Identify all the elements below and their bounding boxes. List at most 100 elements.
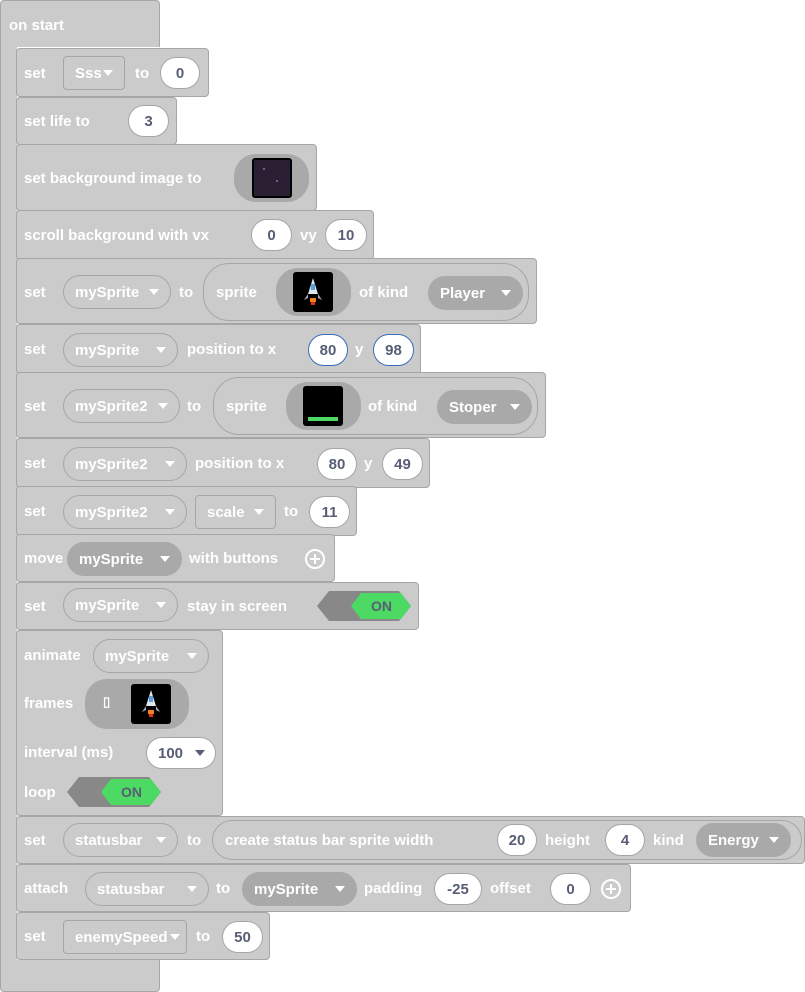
interval-value: 100 xyxy=(158,744,184,762)
toggle-on-label: ON xyxy=(371,598,392,614)
set-mysprite2-sprite-block[interactable]: set mySprite2 to sprite of kind Stoper xyxy=(16,372,546,438)
sprite-of-kind-reporter[interactable]: sprite of kind Stoper xyxy=(213,377,538,435)
height-label: height xyxy=(545,832,590,849)
vx-input[interactable]: 0 xyxy=(251,219,292,251)
set-label: set xyxy=(24,832,46,849)
animate-label: animate xyxy=(24,647,81,664)
set-label: set xyxy=(24,284,46,301)
var-name: mySprite xyxy=(105,647,170,665)
padding-label: padding xyxy=(364,880,423,897)
height-input[interactable]: 4 xyxy=(605,824,645,856)
stay-in-screen-block[interactable]: set mySprite stay in screen ON xyxy=(16,582,419,630)
dropdown-caret-icon xyxy=(187,653,197,659)
var-dropdown-statusbar[interactable]: statusbar xyxy=(63,823,178,857)
loop-toggle-switch[interactable] xyxy=(67,777,161,807)
dropdown-caret-icon xyxy=(103,70,113,76)
set-background-block[interactable]: set background image to xyxy=(16,144,317,211)
add-icon[interactable] xyxy=(305,549,325,569)
set-enemyspeed-block[interactable]: set enemySpeed to 50 xyxy=(16,912,270,960)
var-name: mySprite xyxy=(79,550,144,568)
on-start-block[interactable]: on start xyxy=(0,0,160,47)
var-name: mySprite2 xyxy=(75,503,148,521)
scale-input[interactable]: 11 xyxy=(309,496,350,528)
property-dropdown-scale[interactable]: scale xyxy=(195,495,276,529)
offset-input[interactable]: 0 xyxy=(550,873,591,905)
property-name: scale xyxy=(207,503,245,521)
create-status-bar-reporter[interactable]: create status bar sprite width 20 height… xyxy=(212,820,802,860)
target-dropdown-mysprite[interactable]: mySprite xyxy=(242,872,357,906)
var-name: mySprite xyxy=(75,341,140,359)
offset-label: offset xyxy=(490,880,531,897)
set-label: set xyxy=(24,398,46,415)
stay-in-screen-label: stay in screen xyxy=(187,598,288,615)
var-dropdown-mysprite2[interactable]: mySprite2 xyxy=(63,495,187,529)
set-mysprite-sprite-block[interactable]: set mySprite to sprite of kind Player xyxy=(16,258,537,324)
set-label: set xyxy=(24,341,46,358)
animate-block[interactable]: animate mySprite frames ▯ interval (ms) … xyxy=(16,630,223,816)
sprite-of-kind-reporter[interactable]: sprite of kind Player xyxy=(203,263,529,321)
set-sss-block[interactable]: set Sss to 0 xyxy=(16,48,209,97)
set-mysprite2-position-block[interactable]: set mySprite2 position to x 80 y 49 xyxy=(16,438,430,488)
dropdown-caret-icon xyxy=(165,509,175,515)
interval-dropdown[interactable]: 100 xyxy=(146,737,216,769)
value-input[interactable]: 50 xyxy=(222,921,263,953)
var-name: statusbar xyxy=(75,831,143,849)
kind-dropdown-energy[interactable]: Energy xyxy=(696,823,791,857)
set-mysprite-position-block[interactable]: set mySprite position to x 80 y 98 xyxy=(16,324,421,374)
dropdown-caret-icon xyxy=(335,886,345,892)
width-input[interactable]: 20 xyxy=(497,824,537,856)
life-input[interactable]: 3 xyxy=(128,105,169,137)
var-dropdown-mysprite[interactable]: mySprite xyxy=(93,639,209,673)
kind-name: Player xyxy=(440,284,486,302)
with-buttons-label: with buttons xyxy=(189,550,279,567)
sprite-image-field[interactable] xyxy=(286,382,361,430)
green-bar-sprite-icon xyxy=(303,386,343,426)
var-dropdown-mysprite[interactable]: mySprite xyxy=(67,542,182,576)
create-status-bar-label: create status bar sprite width xyxy=(225,832,434,849)
x-input[interactable]: 80 xyxy=(308,334,348,366)
dropdown-caret-icon xyxy=(160,556,170,562)
to-label: to xyxy=(196,928,211,945)
set-life-block[interactable]: set life to 3 xyxy=(16,97,177,145)
frames-field[interactable]: ▯ xyxy=(85,679,189,729)
dropdown-caret-icon xyxy=(501,290,511,296)
x-input[interactable]: 80 xyxy=(317,448,357,480)
kind-dropdown-stoper[interactable]: Stoper xyxy=(437,390,532,424)
vy-input[interactable]: 10 xyxy=(325,219,367,251)
scroll-background-block[interactable]: scroll background with vx 0 vy 10 xyxy=(16,210,374,260)
dropdown-caret-icon xyxy=(149,289,159,295)
kind-dropdown-player[interactable]: Player xyxy=(428,276,523,310)
y-input[interactable]: 49 xyxy=(382,448,423,480)
var-name: enemySpeed xyxy=(75,928,168,946)
sprite-image-field[interactable] xyxy=(276,268,351,316)
var-dropdown-enemyspeed[interactable]: enemySpeed xyxy=(63,920,187,954)
dropdown-caret-icon xyxy=(156,837,166,843)
attach-statusbar-block[interactable]: attach statusbar to mySprite padding -25… xyxy=(16,864,631,912)
background-image-field[interactable] xyxy=(234,154,309,202)
move-label: move xyxy=(24,550,64,567)
add-icon[interactable] xyxy=(601,879,621,899)
set-label: set xyxy=(24,65,46,82)
var-dropdown-statusbar[interactable]: statusbar xyxy=(85,872,209,906)
to-label: to xyxy=(179,284,194,301)
padding-input[interactable]: -25 xyxy=(434,873,482,905)
set-mysprite2-scale-block[interactable]: set mySprite2 scale to 11 xyxy=(16,486,357,536)
var-dropdown-sss[interactable]: Sss xyxy=(63,56,125,90)
toggle-switch[interactable] xyxy=(317,591,411,621)
set-statusbar-block[interactable]: set statusbar to create status bar sprit… xyxy=(16,816,805,864)
var-dropdown-mysprite[interactable]: mySprite xyxy=(63,275,171,309)
var-dropdown-mysprite2[interactable]: mySprite2 xyxy=(63,389,180,423)
var-dropdown-mysprite2[interactable]: mySprite2 xyxy=(63,447,187,481)
frames-label: frames xyxy=(24,695,74,712)
dropdown-caret-icon xyxy=(165,461,175,467)
y-input[interactable]: 98 xyxy=(373,334,414,366)
var-dropdown-mysprite[interactable]: mySprite xyxy=(63,588,178,622)
move-with-buttons-block[interactable]: move mySprite with buttons xyxy=(16,534,335,582)
rocket-sprite-icon xyxy=(293,272,333,312)
value-input[interactable]: 0 xyxy=(160,57,200,89)
space-background-icon xyxy=(252,158,292,198)
y-label: y xyxy=(364,455,373,472)
on-start-spine xyxy=(0,40,17,970)
var-dropdown-mysprite[interactable]: mySprite xyxy=(63,333,178,367)
set-life-label: set life to xyxy=(24,113,90,130)
